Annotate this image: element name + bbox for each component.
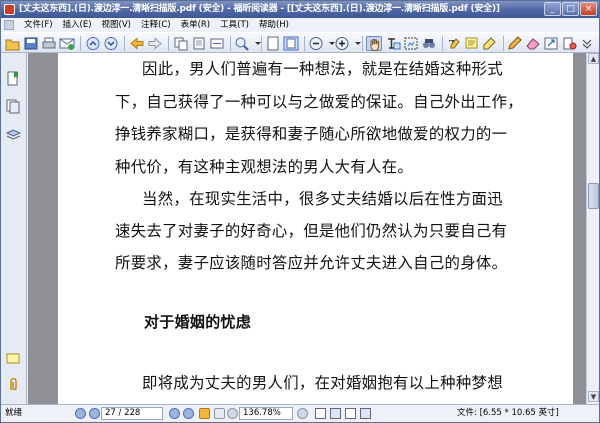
status-text: 就绪 <box>5 408 23 418</box>
text-line: 当然，在现实生活中，很多丈夫结婚以后在性方面迅 <box>142 190 503 208</box>
app-logo-icon <box>4 4 15 15</box>
fit-page-icon[interactable] <box>191 36 207 51</box>
toolbar-options-icon[interactable] <box>579 36 592 51</box>
continuous-facing-mode-icon[interactable] <box>360 408 371 419</box>
attachments-icon[interactable] <box>6 377 21 392</box>
document-menu-icon[interactable] <box>4 20 14 30</box>
zoom-field[interactable]: 136.78% <box>239 407 293 420</box>
text-line: 速失去了对妻子的好奇心，但是他们仍然认为只要自己有 <box>115 222 508 240</box>
toolbar: T <box>1 32 599 53</box>
typewriter-icon[interactable]: T <box>446 36 462 51</box>
stamp-icon[interactable] <box>561 36 577 51</box>
snapshot-icon[interactable] <box>403 36 419 51</box>
previous-page-icon[interactable] <box>89 408 100 419</box>
navigation-panel <box>1 53 27 404</box>
single-page-icon[interactable] <box>265 36 281 51</box>
link-icon[interactable] <box>543 36 559 51</box>
forward-view-icon[interactable] <box>214 408 225 419</box>
print-icon[interactable] <box>41 36 57 51</box>
document-view[interactable]: 因此，男人们普遍有一种想法，就是在结婚这种形式 下，自己获得了一种可以与之做爱的… <box>28 53 586 404</box>
copy-icon[interactable] <box>173 36 189 51</box>
close-button[interactable]: × <box>580 2 597 16</box>
zoom-out-icon[interactable] <box>308 36 324 51</box>
text-line: 种代价，有这种主观想法的男人大有人在。 <box>115 158 414 176</box>
bookmarks-icon[interactable] <box>6 71 21 86</box>
save-icon[interactable] <box>23 36 39 51</box>
title-bar: [丈夫这东西].(日).渡边淳一.清晰扫描版.pdf (安全) - 福昕阅读器 … <box>1 1 599 18</box>
scroll-down-icon[interactable]: ▼ <box>588 391 599 402</box>
comments-panel-icon[interactable] <box>6 352 21 367</box>
layers-icon[interactable] <box>5 127 22 142</box>
next-page-button-icon[interactable] <box>169 408 180 419</box>
text-line: 所要求，妻子应该随时答应并允许丈夫进入自己的身体。 <box>115 254 508 272</box>
menu-help[interactable]: 帮助(H) <box>254 18 294 32</box>
last-page-icon[interactable] <box>183 408 194 419</box>
next-page-icon[interactable] <box>103 36 119 51</box>
prev-page-icon[interactable] <box>85 36 101 51</box>
facing-mode-icon[interactable] <box>345 408 356 419</box>
zoom-icon[interactable] <box>234 36 250 51</box>
status-bar: 就绪 27 / 228 136.78% 文件: [6.55 * 10.65 英寸… <box>1 404 599 422</box>
email-icon[interactable] <box>59 36 75 51</box>
zoom-in-icon[interactable] <box>334 36 350 51</box>
text-line: 下，自己获得了一种可以与之做爱的保证。自己外出工作， <box>115 93 523 111</box>
note-icon[interactable] <box>464 36 480 51</box>
vertical-scrollbar[interactable]: ▲ ▼ <box>586 53 599 404</box>
text-line: 因此，男人们普遍有一种想法，就是在结婚这种形式 <box>142 60 503 78</box>
continuous-mode-icon[interactable] <box>330 408 341 419</box>
zoom-out-small-icon[interactable] <box>227 408 238 419</box>
window-title: [丈夫这东西].(日).渡边淳一.清晰扫描版.pdf (安全) - 福昕阅读器 … <box>19 4 500 14</box>
pages-icon[interactable] <box>6 99 21 114</box>
zoom-in-dropdown-icon[interactable] <box>350 36 361 51</box>
find-icon[interactable] <box>421 36 437 51</box>
page-number-field[interactable]: 27 / 228 <box>101 407 163 420</box>
menu-comment[interactable]: 注释(C) <box>136 18 176 32</box>
zoom-out-dropdown-icon[interactable] <box>324 36 335 51</box>
zoom-dropdown-icon[interactable] <box>250 36 261 51</box>
section-heading: 对于婚姻的忧虑 <box>144 313 252 331</box>
eraser-icon[interactable] <box>525 36 541 51</box>
document-size-info: 文件: [6.55 * 10.65 英寸] <box>457 408 559 418</box>
zoom-in-small-icon[interactable] <box>297 408 308 419</box>
back-icon[interactable] <box>129 36 145 51</box>
menu-view[interactable]: 视图(V) <box>97 18 136 32</box>
highlight-icon[interactable] <box>482 36 498 51</box>
select-text-icon[interactable] <box>385 36 401 51</box>
first-page-icon[interactable] <box>75 408 86 419</box>
window-controls: _ □ × <box>544 2 597 16</box>
menu-file[interactable]: 文件(F) <box>19 18 58 32</box>
hand-tool-icon[interactable] <box>366 36 382 52</box>
pencil-icon[interactable] <box>507 36 523 51</box>
pdf-page: 因此，男人们普遍有一种想法，就是在结婚这种形式 下，自己获得了一种可以与之做爱的… <box>58 53 573 404</box>
menu-form[interactable]: 表单(R) <box>176 18 216 32</box>
app-window: [丈夫这东西].(日).渡边淳一.清晰扫描版.pdf (安全) - 福昕阅读器 … <box>0 0 600 423</box>
menu-insert[interactable]: 插入(E) <box>58 18 97 32</box>
text-line: 即将成为丈夫的男人们，在对婚姻抱有以上种种梦想 <box>142 374 503 392</box>
menu-tools[interactable]: 工具(T) <box>215 18 254 32</box>
continuous-page-icon[interactable] <box>283 36 299 51</box>
minimize-button[interactable]: _ <box>544 2 561 16</box>
open-icon[interactable] <box>5 36 21 51</box>
forward-icon[interactable] <box>147 36 163 51</box>
menu-bar: 文件(F) 插入(E) 视图(V) 注释(C) 表单(R) 工具(T) 帮助(H… <box>1 18 599 32</box>
scroll-thumb[interactable] <box>588 183 599 209</box>
text-line: 挣钱养家糊口，是获得和妻子随心所欲地做爱的权力的一 <box>115 125 508 143</box>
fit-width-icon[interactable] <box>209 36 225 51</box>
scroll-up-icon[interactable]: ▲ <box>588 53 599 64</box>
maximize-button[interactable]: □ <box>562 2 579 16</box>
single-page-mode-icon[interactable] <box>315 408 326 419</box>
back-view-icon[interactable] <box>199 408 210 419</box>
